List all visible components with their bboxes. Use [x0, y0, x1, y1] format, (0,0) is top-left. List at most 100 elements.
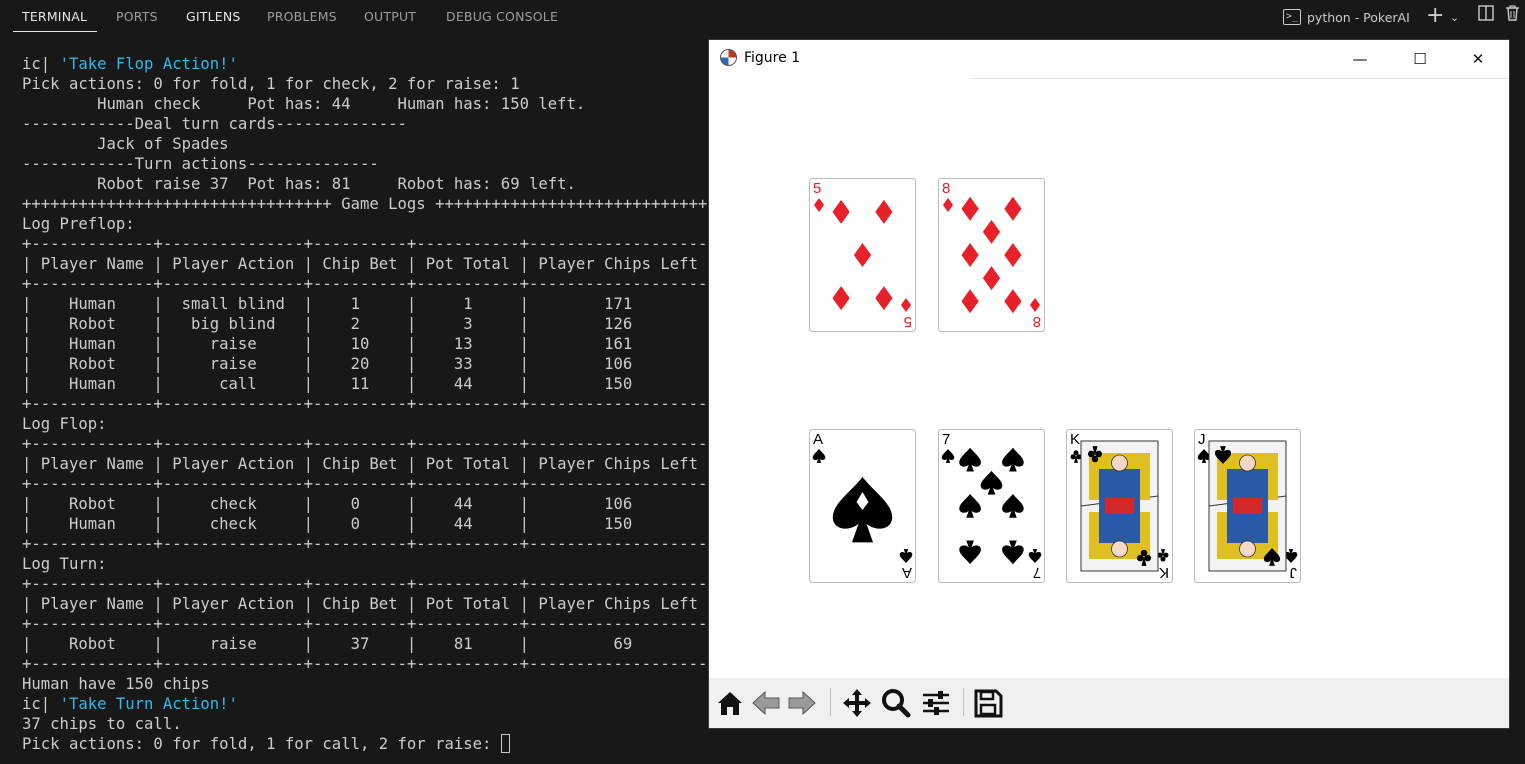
terminal-line: | Robot | big blind | 2 | 3 | 126 |: [22, 314, 712, 334]
zoom-icon[interactable]: [879, 686, 913, 720]
minimize-button[interactable]: —: [1337, 44, 1383, 74]
terminal-text: | Human | check | 0 | 44 | 150 |: [22, 515, 712, 533]
terminal-text: Human have 150 chips: [22, 675, 210, 693]
matplotlib-logo-icon: [720, 49, 737, 66]
terminal-text: +-------------+---------------+---------…: [22, 395, 712, 413]
terminal-text: | Robot | big blind | 2 | 3 | 126 |: [22, 315, 712, 333]
terminal-line: | Human | check | 0 | 44 | 150 |: [22, 514, 712, 534]
terminal-output[interactable]: ic| 'Take Flop Action!' Pick actions: 0 f…: [22, 54, 712, 764]
terminal-text: +++++++++++++++++++++++++++++++++ Game L…: [22, 195, 712, 213]
figure-titlebar[interactable]: Figure 1 — ☐ ✕: [709, 40, 1509, 79]
terminal-text: +-------------+---------------+---------…: [22, 655, 712, 673]
svg-text:J: J: [1290, 564, 1298, 581]
tab-ports[interactable]: PORTS: [116, 9, 158, 24]
svg-text:A: A: [902, 564, 912, 581]
icecream-prefix: ic|: [22, 55, 60, 73]
terminal-text: ------------Turn actions--------------: [22, 155, 379, 173]
terminal-line: Jack of Spades: [22, 134, 712, 154]
terminal-line: Human have 150 chips: [22, 674, 712, 694]
svg-text:5: 5: [813, 180, 821, 197]
terminal-line: Log Preflop:: [22, 214, 712, 234]
terminal-line: Robot raise 37 Pot has: 81 Robot has: 69…: [22, 174, 712, 194]
terminal-line: Pick actions: 0 for fold, 1 for call, 2 …: [22, 734, 712, 754]
terminal-text: Log Preflop:: [22, 215, 135, 233]
terminal-line: +-------------+---------------+---------…: [22, 614, 712, 634]
terminal-text: +-------------+---------------+---------…: [22, 435, 712, 453]
panel-tab-bar: TERMINAL PORTS GITLENS PROBLEMS OUTPUT D…: [0, 0, 1525, 34]
icecream-string: 'Take Flop Action!': [59, 55, 238, 73]
terminal-text: +-------------+---------------+---------…: [22, 275, 712, 293]
svg-text:5: 5: [904, 313, 912, 330]
terminal-text: ------------Deal turn cards-------------…: [22, 115, 407, 133]
terminal-line: +-------------+---------------+---------…: [22, 534, 712, 554]
terminal-text: +-------------+---------------+---------…: [22, 575, 712, 593]
terminal-text: Human check Pot has: 44 Human has: 150 l…: [22, 95, 586, 113]
svg-text:K: K: [1070, 431, 1080, 448]
terminal-line: Log Flop:: [22, 414, 712, 434]
terminal-line: | Robot | check | 0 | 44 | 106 |: [22, 494, 712, 514]
svg-text:K: K: [1159, 564, 1169, 581]
toolbar-separator: [963, 688, 964, 716]
terminal-line: +-------------+---------------+---------…: [22, 434, 712, 454]
svg-text:8: 8: [1033, 313, 1041, 330]
hand-card-8-of-diamonds: 88: [938, 178, 1045, 336]
terminal-icon: >_: [1283, 9, 1301, 25]
icecream-string: 'Take Turn Action!': [59, 695, 238, 713]
terminal-line: | Human | small blind | 1 | 1 | 171 |: [22, 294, 712, 314]
terminal-text: | Robot | check | 0 | 44 | 106 |: [22, 495, 712, 513]
terminal-line: | Human | call | 11 | 44 | 150 |: [22, 374, 712, 394]
split-icon[interactable]: [1478, 5, 1494, 27]
terminal-line: | Robot | raise | 20 | 33 | 106 |: [22, 354, 712, 374]
close-button[interactable]: ✕: [1455, 44, 1501, 74]
terminal-text: | Player Name | Player Action | Chip Bet…: [22, 455, 712, 473]
back-icon[interactable]: [749, 686, 783, 720]
plus-icon[interactable]: +: [1426, 5, 1444, 27]
terminal-selector[interactable]: >_ python - PokerAI: [1283, 6, 1410, 28]
terminal-line: | Player Name | Player Action | Chip Bet…: [22, 454, 712, 474]
terminal-line: ------------Turn actions--------------: [22, 154, 712, 174]
terminal-line: Human check Pot has: 44 Human has: 150 l…: [22, 94, 712, 114]
svg-text:7: 7: [1033, 564, 1041, 581]
tab-problems[interactable]: PROBLEMS: [267, 9, 337, 24]
svg-text:8: 8: [942, 180, 950, 197]
svg-text:J: J: [1198, 431, 1206, 448]
tab-output[interactable]: OUTPUT: [364, 9, 416, 24]
save-icon[interactable]: [971, 686, 1005, 720]
svg-text:A: A: [813, 431, 823, 448]
terminal-text: | Player Name | Player Action | Chip Bet…: [22, 595, 712, 613]
terminal-line: +-------------+---------------+---------…: [22, 394, 712, 414]
terminal-line: +-------------+---------------+---------…: [22, 234, 712, 254]
terminal-cursor[interactable]: [500, 734, 510, 753]
forward-icon[interactable]: [785, 686, 819, 720]
terminal-line: ic| 'Take Flop Action!': [22, 54, 712, 74]
tab-debug-console[interactable]: DEBUG CONSOLE: [446, 9, 558, 24]
terminal-text: Pick actions: 0 for fold, 1 for check, 2…: [22, 75, 520, 93]
trash-icon[interactable]: [1505, 5, 1520, 27]
terminal-text: | Human | small blind | 1 | 1 | 171 |: [22, 295, 712, 313]
terminal-text: | Human | call | 11 | 44 | 150 |: [22, 375, 712, 393]
figure-canvas[interactable]: 5588AA77KKJJ: [709, 79, 1509, 678]
tab-gitlens[interactable]: GITLENS: [186, 9, 241, 24]
board-card-k-of-clubs: KK: [1066, 429, 1173, 587]
terminal-line: 37 chips to call.: [22, 714, 712, 734]
board-card-j-of-spades: JJ: [1194, 429, 1301, 587]
terminal-text: | Human | raise | 10 | 13 | 161 |: [22, 335, 712, 353]
terminal-text: +-------------+---------------+---------…: [22, 535, 712, 553]
home-icon[interactable]: [713, 686, 747, 720]
configure-subplots-icon[interactable]: [919, 686, 953, 720]
terminal-text: Log Turn:: [22, 555, 107, 573]
terminal-line: | Robot | raise | 37 | 81 | 69 |: [22, 634, 712, 654]
terminal-text: | Robot | raise | 37 | 81 | 69 |: [22, 635, 712, 653]
toolbar-separator: [830, 688, 831, 716]
hand-card-5-of-diamonds: 55: [809, 178, 916, 336]
terminal-line: ------------Deal turn cards-------------…: [22, 114, 712, 134]
maximize-button[interactable]: ☐: [1397, 44, 1443, 74]
terminal-line: +-------------+---------------+---------…: [22, 574, 712, 594]
tab-terminal[interactable]: TERMINAL: [22, 9, 87, 24]
terminal-text: | Player Name | Player Action | Chip Bet…: [22, 255, 712, 273]
pan-icon[interactable]: [840, 686, 874, 720]
figure-window: Figure 1 — ☐ ✕ 5588AA77KKJJ: [709, 40, 1509, 728]
chevron-down-icon[interactable]: ⌄: [1450, 7, 1459, 29]
terminal-line: +-------------+---------------+---------…: [22, 274, 712, 294]
terminal-line: | Human | raise | 10 | 13 | 161 |: [22, 334, 712, 354]
